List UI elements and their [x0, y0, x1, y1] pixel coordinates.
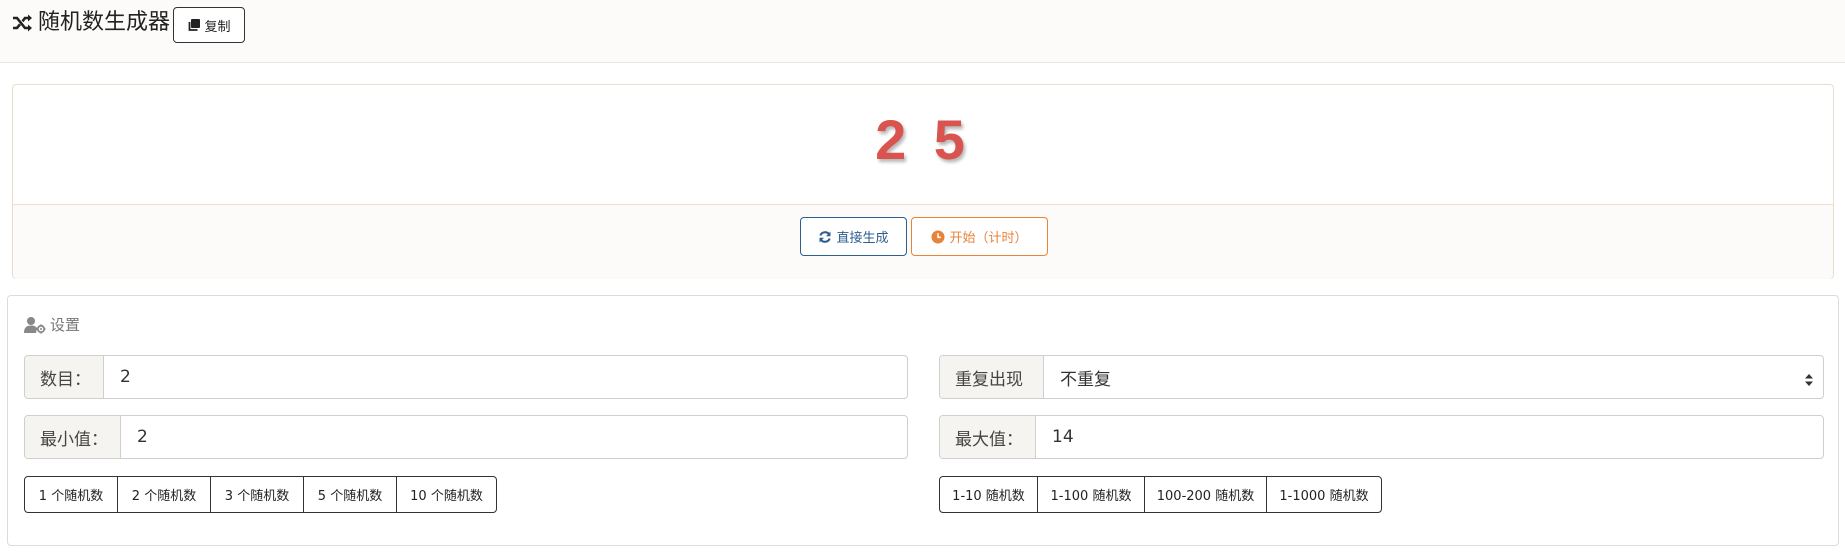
min-input[interactable]: 2	[121, 416, 907, 458]
min-label: 最小值：	[25, 416, 121, 458]
preset-count-2[interactable]: 2 个随机数	[117, 476, 211, 513]
generate-button-label: 直接生成	[836, 231, 889, 246]
settings-panel: 设置 数目： 2 重复出现 不重复 最小值： 2 最大值： 14 1 个随机数 …	[7, 295, 1839, 546]
brand: 随机数生成器	[11, 11, 170, 35]
max-input-group: 最大值： 14	[939, 415, 1824, 459]
timed-start-button[interactable]: 开始（计时）	[911, 217, 1048, 256]
preset-range-1-10[interactable]: 1-10 随机数	[939, 476, 1038, 513]
max-input[interactable]: 14	[1036, 416, 1823, 458]
repeat-label: 重复出现	[940, 356, 1044, 398]
shuffle-icon	[11, 12, 33, 34]
max-label: 最大值：	[940, 416, 1036, 458]
settings-header: 设置	[24, 314, 80, 335]
select-caret-icon	[1805, 371, 1813, 386]
repeat-select-group: 重复出现 不重复	[939, 355, 1824, 399]
settings-title: 设置	[50, 316, 81, 334]
count-preset-group: 1 个随机数 2 个随机数 3 个随机数 5 个随机数 10 个随机数	[24, 476, 497, 513]
min-input-group: 最小值： 2	[24, 415, 908, 459]
preset-range-1-1000[interactable]: 1-1000 随机数	[1266, 476, 1382, 513]
clock-icon	[931, 230, 945, 244]
copy-button[interactable]: 复制	[173, 7, 245, 43]
range-preset-group: 1-10 随机数 1-100 随机数 100-200 随机数 1-1000 随机…	[939, 476, 1382, 513]
count-label: 数目：	[25, 356, 104, 398]
copy-icon	[187, 18, 201, 32]
app-title: 随机数生成器	[38, 10, 171, 35]
result-actions: 直接生成 开始（计时）	[13, 204, 1833, 279]
generate-button[interactable]: 直接生成	[800, 217, 907, 256]
top-bar: 随机数生成器 复制	[0, 0, 1845, 63]
repeat-select[interactable]: 不重复	[1044, 356, 1823, 398]
timed-start-label: 开始（计时）	[949, 231, 1028, 246]
refresh-icon	[818, 230, 832, 244]
preset-range-1-100[interactable]: 1-100 随机数	[1037, 476, 1145, 513]
copy-button-label: 复制	[204, 19, 231, 35]
user-settings-icon	[24, 316, 46, 334]
result-panel: 2 5 直接生成 开始（计时）	[12, 84, 1834, 279]
count-input[interactable]: 2	[104, 356, 907, 398]
preset-count-10[interactable]: 10 个随机数	[396, 476, 497, 513]
random-result: 2 5	[875, 108, 971, 171]
preset-count-3[interactable]: 3 个随机数	[210, 476, 304, 513]
repeat-select-value: 不重复	[1060, 369, 1111, 390]
preset-count-1[interactable]: 1 个随机数	[24, 476, 118, 513]
count-input-group: 数目： 2	[24, 355, 908, 399]
preset-count-5[interactable]: 5 个随机数	[303, 476, 397, 513]
preset-range-100-200[interactable]: 100-200 随机数	[1144, 476, 1267, 513]
